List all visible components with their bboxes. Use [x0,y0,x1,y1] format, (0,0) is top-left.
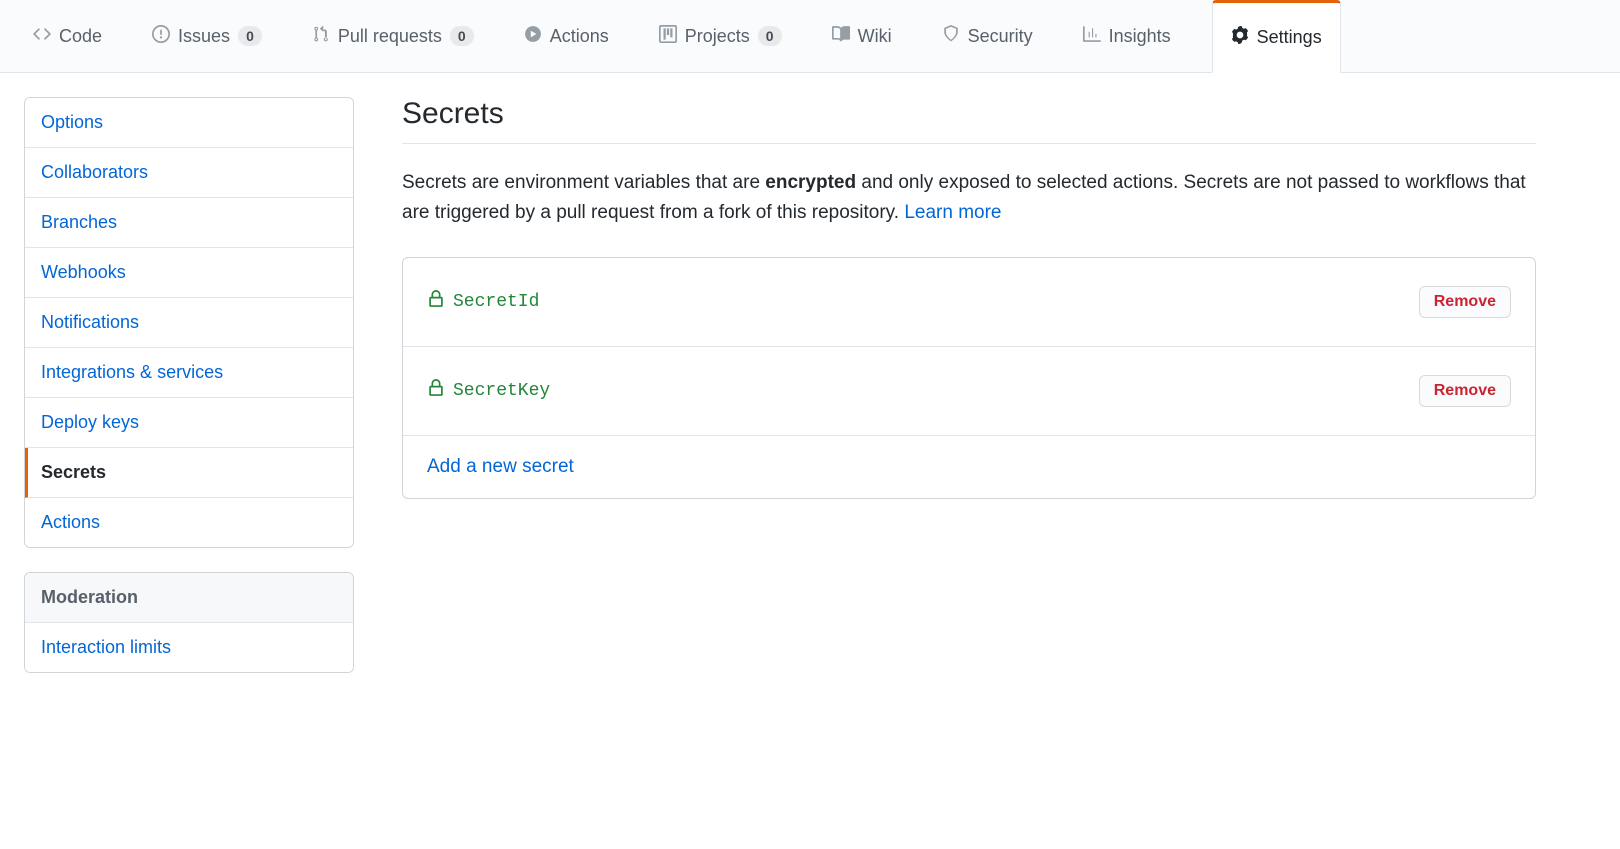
tab-wiki[interactable]: Wiki [823,0,901,73]
remove-secret-button[interactable]: Remove [1419,286,1511,318]
page-title: Secrets [402,97,1536,144]
graph-icon [1083,25,1101,48]
gear-icon [1231,26,1249,49]
project-icon [659,25,677,48]
tab-issues[interactable]: Issues0 [143,0,271,73]
shield-icon [942,25,960,48]
learn-more-link[interactable]: Learn more [904,202,1001,223]
lock-icon [427,379,445,403]
add-secret-row: Add a new secret [403,436,1535,498]
secrets-description: Secrets are environment variables that a… [402,168,1536,229]
play-icon [524,25,542,48]
wiki-icon [832,25,850,48]
sidebar-item-options[interactable]: Options [25,98,353,148]
sidebar-item-interaction-limits[interactable]: Interaction limits [25,623,353,672]
sidebar-item-notifications[interactable]: Notifications [25,298,353,348]
issue-icon [152,25,170,48]
tab-actions[interactable]: Actions [515,0,618,73]
tab-pull-requests[interactable]: Pull requests0 [303,0,483,73]
settings-sidebar: OptionsCollaboratorsBranchesWebhooksNoti… [24,97,354,697]
tab-insights[interactable]: Insights [1074,0,1180,73]
tab-code[interactable]: Code [24,0,111,73]
count-badge: 0 [758,26,782,46]
secret-name: SecretKey [427,379,550,403]
remove-secret-button[interactable]: Remove [1419,375,1511,407]
sidebar-item-secrets[interactable]: Secrets [25,448,353,498]
count-badge: 0 [238,26,262,46]
sidebar-item-branches[interactable]: Branches [25,198,353,248]
repo-nav: Code Issues0 Pull requests0 Actions Projects… [0,0,1620,73]
sidebar-item-deploy-keys[interactable]: Deploy keys [25,398,353,448]
lock-icon [427,290,445,314]
add-secret-link[interactable]: Add a new secret [427,456,574,478]
sidebar-item-collaborators[interactable]: Collaborators [25,148,353,198]
tab-security[interactable]: Security [933,0,1042,73]
secrets-list: SecretId Remove SecretKey Remove Add a n… [402,257,1536,499]
moderation-menu: ModerationInteraction limits [24,572,354,673]
tab-projects[interactable]: Projects0 [650,0,791,73]
settings-menu: OptionsCollaboratorsBranchesWebhooksNoti… [24,97,354,548]
sidebar-item-webhooks[interactable]: Webhooks [25,248,353,298]
sidebar-item-integrations-services[interactable]: Integrations & services [25,348,353,398]
secret-row: SecretId Remove [403,258,1535,347]
tab-settings[interactable]: Settings [1212,0,1341,73]
sidebar-item-actions[interactable]: Actions [25,498,353,547]
main-content: Secrets Secrets are environment variable… [402,97,1536,697]
secret-row: SecretKey Remove [403,347,1535,436]
moderation-heading: Moderation [25,573,353,623]
code-icon [33,25,51,48]
secret-name: SecretId [427,290,539,314]
pr-icon [312,25,330,48]
count-badge: 0 [450,26,474,46]
